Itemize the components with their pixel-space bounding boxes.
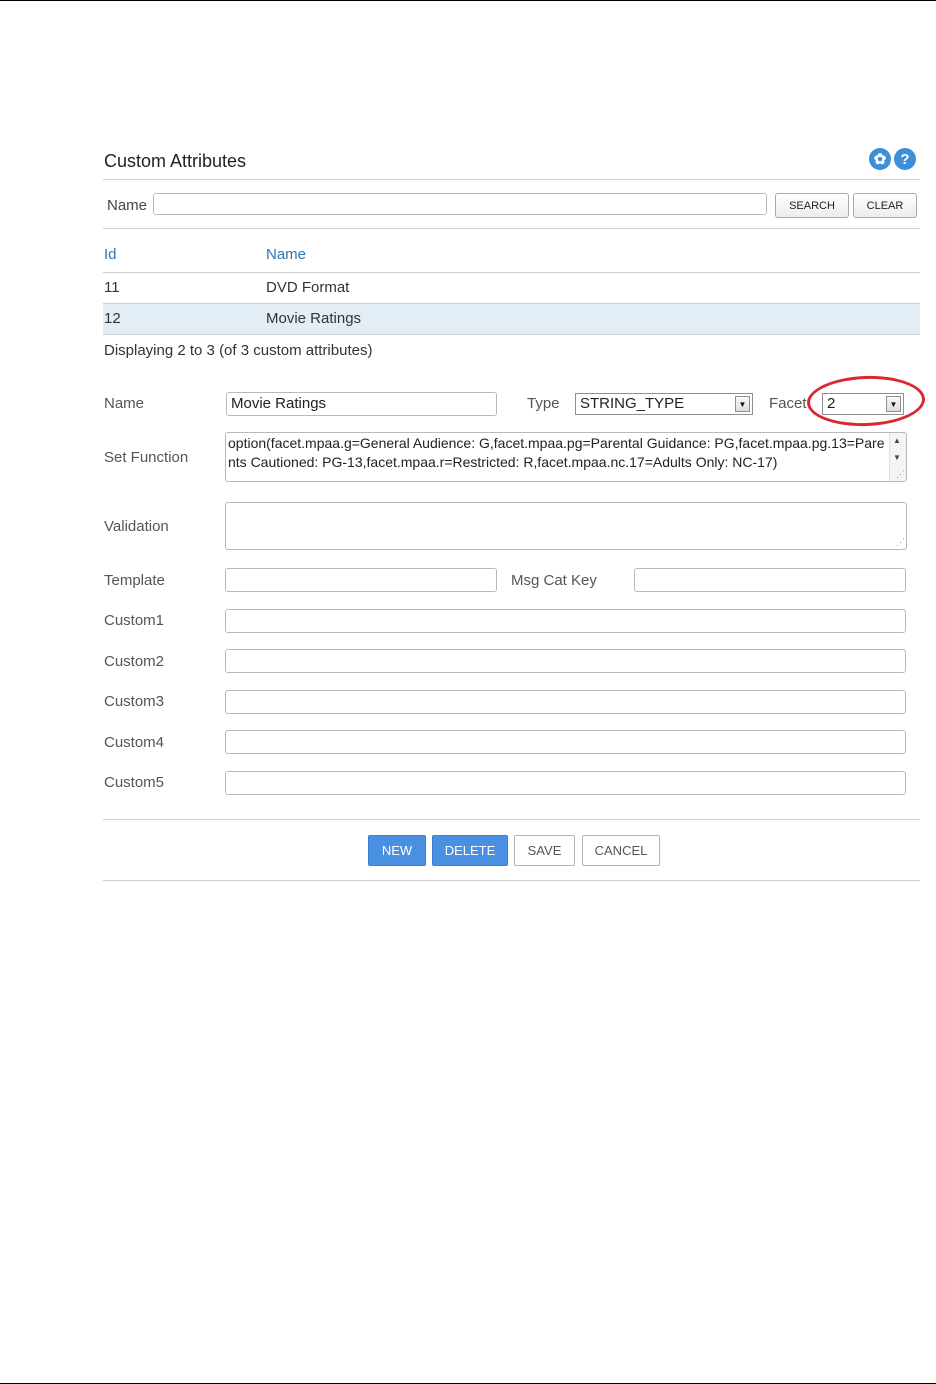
clear-button[interactable]: CLEAR [853,193,917,218]
row-id-cell: 12 [104,310,121,327]
row-name-cell: Movie Ratings [266,310,362,327]
help-icon[interactable]: ? [894,148,916,170]
search-label: Name [107,197,148,214]
scroll-down-icon[interactable]: ▼ [893,453,901,462]
delete-button[interactable]: DELETE [432,835,508,866]
custom2-label: Custom2 [104,653,165,670]
table-row[interactable]: 11 DVD Format [103,273,920,304]
search-bar: Name SEARCH CLEAR [103,192,920,218]
scroll-up-icon[interactable]: ▲ [893,436,901,445]
new-button[interactable]: NEW [368,835,426,866]
search-name-input[interactable] [153,193,767,215]
header-icons: ✿ ? [869,148,916,170]
column-header-name[interactable]: Name [266,246,306,263]
gear-icon[interactable]: ✿ [869,148,891,170]
validation-label: Validation [104,518,169,535]
actions-top-divider [103,819,920,820]
highlight-annotation [806,373,926,429]
actions-bottom-divider [103,880,920,881]
resize-grip-icon[interactable]: ⋰ [896,469,905,480]
page-title: Custom Attributes [104,151,247,171]
save-button[interactable]: SAVE [514,835,575,866]
custom1-input[interactable] [225,609,906,633]
name-label: Name [104,395,145,412]
custom5-input[interactable] [225,771,906,795]
msg-cat-key-label: Msg Cat Key [511,572,597,589]
set-function-textarea[interactable]: option(facet.mpaa.g=General Audience: G,… [225,432,907,482]
facet-label: Facet [769,395,807,412]
validation-textarea[interactable]: ⋰ [225,502,907,550]
search-divider [103,228,920,229]
page-top-rule [0,0,936,1]
pagination-status: Displaying 2 to 3 (of 3 custom attribute… [104,342,373,359]
attributes-table: Id Name 11 DVD Format 12 Movie Ratings [103,238,920,335]
search-button[interactable]: SEARCH [775,193,849,218]
dropdown-arrow-icon[interactable]: ▼ [735,396,750,412]
name-input[interactable]: Movie Ratings [226,392,497,416]
msg-cat-key-input[interactable] [634,568,906,592]
row-name-cell: DVD Format [266,279,350,296]
table-header: Id Name [103,238,920,273]
template-label: Template [104,572,165,589]
set-function-text: option(facet.mpaa.g=General Audience: G,… [228,435,885,470]
custom1-label: Custom1 [104,612,165,629]
custom4-label: Custom4 [104,734,165,751]
cancel-button[interactable]: CANCEL [582,835,660,866]
table-row-selected[interactable]: 12 Movie Ratings [103,304,920,335]
title-divider [103,179,920,180]
template-input[interactable] [225,568,497,592]
row-id-cell: 11 [104,279,120,296]
custom2-input[interactable] [225,649,906,673]
custom5-label: Custom5 [104,774,165,791]
resize-grip-icon[interactable]: ⋰ [896,537,905,548]
custom3-label: Custom3 [104,693,165,710]
column-header-id[interactable]: Id [104,246,117,263]
type-label: Type [527,395,560,412]
custom3-input[interactable] [225,690,906,714]
set-function-label: Set Function [104,449,189,466]
type-select-value: STRING_TYPE [580,395,685,412]
custom4-input[interactable] [225,730,906,754]
type-select[interactable]: STRING_TYPE ▼ [575,393,753,415]
